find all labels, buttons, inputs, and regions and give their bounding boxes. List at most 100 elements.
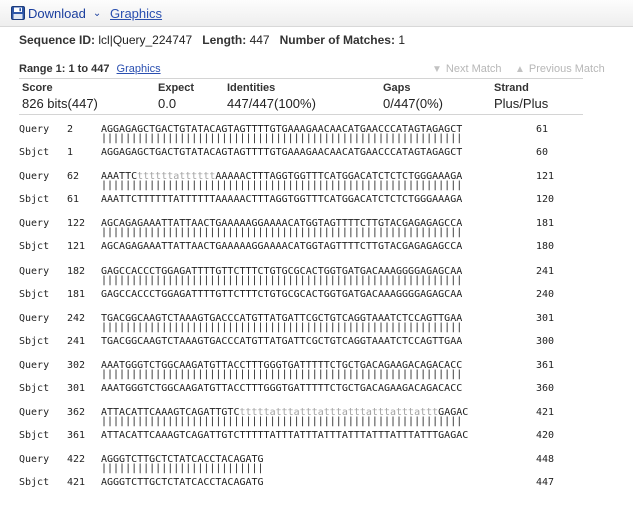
previous-match-button[interactable]: ▲ Previous Match: [515, 63, 605, 75]
stat-value: Plus/Plus: [494, 96, 549, 111]
query-end: 121: [536, 171, 555, 183]
query-start: 2: [67, 124, 74, 135]
alignment-block: Query 62 AAATTCttttttattttttAAAAACTTTAGGTG…: [19, 167, 585, 214]
alignment-block: Query 122 AGCAGAGAAATTATTAACTGAAAAAGGAAAAC…: [19, 214, 585, 261]
stat-value: 0/447(0%): [383, 96, 443, 111]
sbjct-sequence: ATTACATTCAAAGTCAGATTGTCTTTTTATTTATTTATTT…: [101, 430, 469, 442]
sbjct-label: Sbjct: [19, 147, 50, 158]
stat-score: Score 826 bits(447): [22, 79, 98, 112]
query-label: Query: [19, 124, 50, 135]
sbjct-start: 361: [67, 430, 86, 442]
matches-value: 1: [398, 33, 406, 47]
query-label: Query: [19, 171, 50, 183]
sequence-id-value: lcl|Query_224747: [98, 33, 193, 47]
arrow-down-icon: ▼: [432, 63, 442, 75]
sbjct-start: 301: [67, 382, 86, 394]
alignment-block: Query 302 AAATGGGTCTGGCAAGATGTTACCTTTGGGTG…: [19, 356, 585, 403]
match-bars: ||||||||||||||||||||||||||||||||||||||||…: [101, 416, 463, 428]
sbjct-label: Sbjct: [19, 335, 50, 347]
sbjct-start: 421: [67, 477, 86, 489]
sbjct-label: Sbjct: [19, 288, 50, 300]
graphics-link[interactable]: Graphics: [110, 6, 162, 21]
query-start: 122: [67, 218, 86, 230]
download-menu[interactable]: Download ⌄: [11, 5, 101, 21]
query-start: 62: [67, 171, 80, 183]
sbjct-end: 300: [536, 335, 555, 347]
sbjct-end: 240: [536, 288, 555, 300]
stat-identities: Identities 447/447(100%): [227, 79, 316, 112]
toolbar: Download ⌄ Graphics: [0, 0, 633, 27]
stat-header: Strand: [494, 82, 529, 94]
stat-header: Gaps: [383, 82, 411, 94]
sbjct-sequence: AGCAGAGAAATTATTAACTGAAAAAGGAAAACATGGTAGT…: [101, 241, 463, 253]
match-bars: ||||||||||||||||||||||||||||||||||||||||…: [101, 180, 463, 192]
sbjct-end: 447: [536, 477, 555, 489]
match-bars: ||||||||||||||||||||||||||||||||||||||||…: [101, 227, 463, 239]
sbjct-sequence: AGGAGAGCTGACTGTATACAGTAGTTTTGTGAAAGAACAA…: [101, 147, 463, 158]
alignment-block: Query 242 TGACGGCAAGTCTAAAGTGACCCATGTTATGA…: [19, 309, 585, 356]
match-bars: |||||||||||||||||||||||||||: [101, 463, 264, 475]
sbjct-end: 420: [536, 430, 555, 442]
sbjct-start: 61: [67, 194, 80, 206]
arrow-up-icon: ▲: [515, 63, 525, 75]
stat-gaps: Gaps 0/447(0%): [383, 79, 443, 112]
sbjct-start: 1: [67, 147, 74, 158]
sbjct-label: Sbjct: [19, 430, 50, 442]
stat-header: Score: [22, 82, 53, 94]
stat-expect: Expect 0.0: [158, 79, 194, 112]
query-label: Query: [19, 312, 50, 324]
query-end: 181: [536, 218, 555, 230]
chevron-down-icon[interactable]: ⌄: [93, 8, 101, 19]
range-label: Range 1: 1 to 447: [19, 63, 110, 75]
query-label: Query: [19, 454, 50, 466]
match-bars: ||||||||||||||||||||||||||||||||||||||||…: [101, 133, 463, 144]
match-bars: ||||||||||||||||||||||||||||||||||||||||…: [101, 274, 463, 286]
sbjct-start: 121: [67, 241, 86, 253]
sbjct-end: 360: [536, 382, 555, 394]
matches-label: Number of Matches:: [279, 33, 395, 47]
sbjct-start: 181: [67, 288, 86, 300]
query-start: 182: [67, 265, 86, 277]
query-end: 301: [536, 312, 555, 324]
sbjct-label: Sbjct: [19, 477, 50, 489]
sbjct-sequence: AAATGGGTCTGGCAAGATGTTACCTTTGGGTGATTTTTCT…: [101, 382, 463, 394]
query-label: Query: [19, 218, 50, 230]
sbjct-sequence: AAATTCTTTTTTATTTTTTAAAAACTTTAGGTGGTTTCAT…: [101, 194, 463, 206]
stat-value: 826 bits(447): [22, 96, 98, 111]
stat-header: Identities: [227, 82, 276, 94]
sequence-info: Sequence ID: lcl|Query_224747 Length: 44…: [19, 33, 405, 47]
stat-value: 447/447(100%): [227, 96, 316, 111]
sbjct-label: Sbjct: [19, 382, 50, 394]
stat-value: 0.0: [158, 96, 177, 111]
save-icon: [11, 6, 25, 20]
stat-header: Expect: [158, 82, 195, 94]
query-start: 242: [67, 312, 86, 324]
stats-table: Score 826 bits(447) Expect 0.0 Identitie…: [19, 78, 583, 115]
length-label: Length:: [202, 33, 247, 47]
query-label: Query: [19, 265, 50, 277]
query-end: 241: [536, 265, 555, 277]
alignment-block: Query 182 GAGCCACCCTGGAGATTTTGTTCTTTCTGTGC…: [19, 262, 585, 309]
query-start: 362: [67, 407, 86, 419]
alignment-block: Query 362 ATTACATTCAAAGTCAGATTGTCtttttattt…: [19, 403, 585, 450]
sbjct-sequence: TGACGGCAAGTCTAAAGTGACCCATGTTATGATTCGCTGT…: [101, 335, 463, 347]
query-end: 448: [536, 454, 555, 466]
sbjct-end: 60: [536, 147, 549, 158]
download-label: Download: [28, 5, 86, 21]
next-match-button[interactable]: ▼ Next Match: [432, 63, 502, 75]
alignment-block: Query 2 AGGAGAGCTGACTGTATACAGTAGTTTTGTGAAA…: [19, 120, 585, 167]
next-match-label: Next Match: [445, 63, 502, 75]
sbjct-label: Sbjct: [19, 194, 50, 206]
query-start: 302: [67, 359, 86, 371]
previous-match-label: Previous Match: [528, 63, 605, 75]
match-bars: ||||||||||||||||||||||||||||||||||||||||…: [101, 368, 463, 380]
query-end: 61: [536, 124, 549, 135]
query-label: Query: [19, 359, 50, 371]
sbjct-label: Sbjct: [19, 241, 50, 253]
sbjct-sequence: AGGGTCTTGCTCTATCACCTACAGATG: [101, 477, 264, 489]
query-start: 422: [67, 454, 86, 466]
sbjct-sequence: GAGCCACCCTGGAGATTTTGTTCTTTCTGTGCGCACTGGT…: [101, 288, 463, 300]
range-graphics-link[interactable]: Graphics: [117, 63, 161, 75]
sbjct-start: 241: [67, 335, 86, 347]
query-end: 421: [536, 407, 555, 419]
